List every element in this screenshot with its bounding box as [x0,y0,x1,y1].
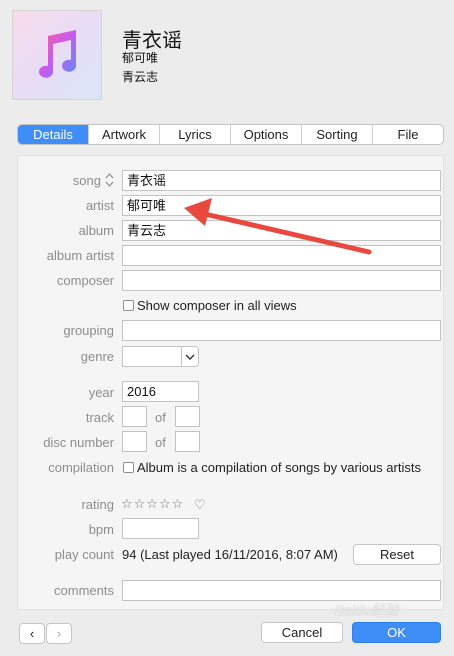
tab-file[interactable]: File [373,125,443,144]
album-label: album [78,223,114,238]
track-of-label: of [155,410,166,425]
reset-button[interactable]: Reset [353,544,441,565]
play-count-label: play count [54,547,114,562]
genre-field[interactable] [122,346,182,367]
composer-field[interactable] [122,270,441,291]
tab-artwork[interactable]: Artwork [89,125,160,144]
bpm-label: bpm [88,522,114,537]
album-artwork[interactable] [12,10,102,100]
compilation-checkbox[interactable] [123,462,134,473]
music-note-icon [39,30,76,78]
disc-of-label: of [155,435,166,450]
disc-total-field[interactable] [175,431,200,452]
watermark-text: Baidu经验 [335,602,399,618]
rating-stars[interactable]: ☆☆☆☆☆ [121,496,184,512]
artist-field[interactable]: 郁可唯 [122,195,441,216]
track-header: 青衣谣 郁可唯 青云志 [0,0,454,112]
album-field[interactable]: 青云志 [122,220,441,241]
album-artist-field[interactable] [122,245,441,266]
chevron-down-icon [185,354,195,360]
show-composer-checkbox[interactable] [123,300,134,311]
year-field[interactable]: 2016 [122,381,199,402]
track-total-field[interactable] [175,406,200,427]
tab-options[interactable]: Options [231,125,302,144]
track-number-field[interactable] [122,406,147,427]
header-artist: 郁可唯 [122,51,159,65]
grouping-field[interactable] [122,320,441,341]
genre-dropdown-button[interactable] [181,346,199,367]
song-label: song [72,173,101,188]
composer-label: composer [56,273,114,288]
tab-lyrics[interactable]: Lyrics [160,125,231,144]
rating-label: rating [81,497,114,512]
track-label: track [85,410,114,425]
genre-label: genre [80,349,114,364]
grouping-label: grouping [63,323,114,338]
artist-label: artist [85,198,114,213]
compilation-label: compilation [48,460,114,475]
bpm-field[interactable] [122,518,199,539]
ok-button[interactable]: OK [352,622,441,643]
album-artist-label: album artist [46,248,114,263]
year-label: year [88,385,114,400]
previous-item-button[interactable]: ‹ [19,623,45,644]
play-count-value: 94 (Last played 16/11/2016, 8:07 AM) [122,547,338,562]
love-heart-icon[interactable]: ♡ [194,497,206,513]
comments-field[interactable] [122,580,441,601]
sort-toggle-icon[interactable] [105,173,114,187]
next-item-button[interactable]: › [46,623,72,644]
tab-details[interactable]: Details [18,125,89,144]
disc-number-field[interactable] [122,431,147,452]
show-composer-label: Show composer in all views [137,298,297,313]
info-tabs: Details Artwork Lyrics Options Sorting F… [17,124,444,145]
song-field[interactable]: 青衣谣 [122,170,441,191]
tab-sorting[interactable]: Sorting [302,125,373,144]
cancel-button[interactable]: Cancel [261,622,343,643]
compilation-text: Album is a compilation of songs by vario… [137,460,421,475]
header-album: 青云志 [122,70,159,84]
comments-label: comments [54,583,114,598]
disc-number-label: disc number [43,435,114,450]
